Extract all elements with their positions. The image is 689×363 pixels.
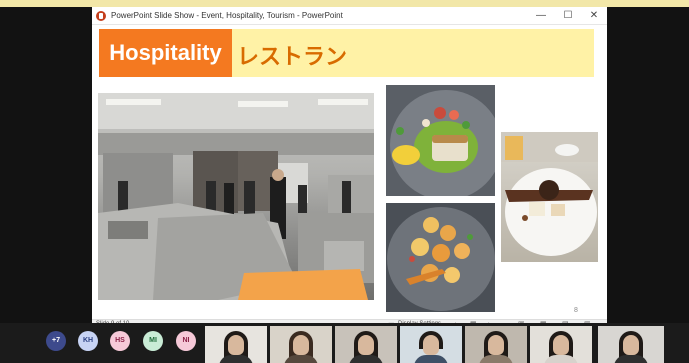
grill (108, 221, 148, 239)
participant-video-tile[interactable] (400, 326, 462, 363)
ceiling-light (106, 99, 161, 105)
slide-title-english: Hospitality (109, 40, 222, 65)
participant-face (553, 335, 569, 355)
garnish (467, 234, 473, 240)
participant-body (614, 355, 648, 363)
share-frame-left (0, 7, 92, 323)
cream (551, 204, 565, 216)
participant-face (488, 335, 504, 355)
participant-body (284, 355, 318, 363)
garnish (409, 256, 415, 262)
drawer (324, 241, 364, 271)
participant-avatar-hs[interactable]: HS (110, 331, 130, 351)
participant-face (358, 335, 374, 355)
garnish (449, 110, 459, 120)
participant-face (623, 335, 639, 355)
garnish (434, 107, 446, 119)
cup (555, 144, 579, 156)
participant-initials: NI (182, 337, 190, 344)
person (342, 181, 351, 215)
dessert-sphere (539, 180, 559, 200)
participant-avatar-mi[interactable]: MI (143, 331, 163, 351)
dish-photo-scallops (386, 203, 495, 312)
dish-photo-fish-drawing (390, 90, 495, 196)
participant-video-tile[interactable] (270, 326, 332, 363)
participant-avatar-kh[interactable]: KH (78, 331, 98, 351)
kitchen-photo (98, 93, 374, 300)
slide-title-japanese: レストラン (237, 45, 348, 70)
title-box: Hospitality (99, 29, 232, 77)
scallop (454, 243, 470, 259)
powerpoint-window: PowerPoint Slide Show - Event, Hospitali… (92, 7, 607, 329)
participant-body (479, 355, 513, 363)
dish-photo-fish (386, 85, 495, 196)
slide-page-number: 8 (574, 307, 578, 314)
participant-video-tile[interactable] (598, 326, 664, 363)
participant-video-tile[interactable] (335, 326, 397, 363)
participant-initials: MI (149, 337, 157, 344)
participant-avatar-ni[interactable]: NI (176, 331, 196, 351)
dish-photo-dessert (501, 132, 598, 262)
slide-canvas[interactable]: Hospitality レストラン 8 (92, 25, 607, 319)
more-participants-badge[interactable]: +7 (46, 331, 66, 351)
window-title: PowerPoint Slide Show - Event, Hospitali… (111, 11, 343, 20)
garnish (396, 127, 404, 135)
person (118, 181, 128, 211)
scallop (423, 217, 439, 233)
scallop (444, 267, 460, 283)
kitchen-photo-drawing (98, 93, 374, 300)
person (298, 185, 307, 217)
person (244, 181, 255, 219)
scallop (411, 238, 429, 256)
person (224, 183, 234, 217)
powerpoint-icon (96, 11, 106, 21)
lemon (392, 145, 420, 165)
top-stripe (0, 0, 689, 7)
scallop (432, 244, 450, 262)
share-frame-right (607, 7, 689, 323)
participant-body (544, 355, 578, 363)
participant-initials: HS (115, 337, 125, 344)
ceiling-light (238, 101, 288, 107)
window-titlebar[interactable]: PowerPoint Slide Show - Event, Hospitali… (92, 7, 607, 25)
orange-board (238, 269, 368, 300)
maximize-button[interactable]: ☐ (557, 9, 579, 23)
more-participants-count: +7 (52, 337, 60, 344)
glass (505, 136, 523, 160)
cream (529, 202, 545, 216)
chef-head (272, 169, 284, 181)
scallop (440, 225, 456, 241)
participant-video-tile[interactable] (530, 326, 592, 363)
ceiling (98, 93, 374, 129)
participant-body (219, 355, 253, 363)
garnish (422, 119, 430, 127)
participant-face (293, 335, 309, 355)
garnish (462, 121, 470, 129)
participant-video-tile[interactable] (465, 326, 527, 363)
participant-body (349, 355, 383, 363)
ceiling-light (318, 99, 368, 105)
participant-initials: KH (82, 337, 94, 344)
participant-gallery: +7 KH HS MI NI (0, 323, 689, 363)
sauce-dot (522, 215, 528, 221)
minimize-button[interactable]: — (530, 9, 552, 23)
fish-skin (432, 135, 468, 143)
dish-photo-dessert-drawing (501, 132, 598, 256)
participant-face (423, 335, 439, 355)
close-button[interactable]: ✕ (583, 9, 605, 23)
participant-body (414, 355, 448, 363)
dish-photo-scallops-drawing (387, 207, 495, 311)
participant-video-tile[interactable] (205, 326, 267, 363)
participant-face (228, 335, 244, 355)
